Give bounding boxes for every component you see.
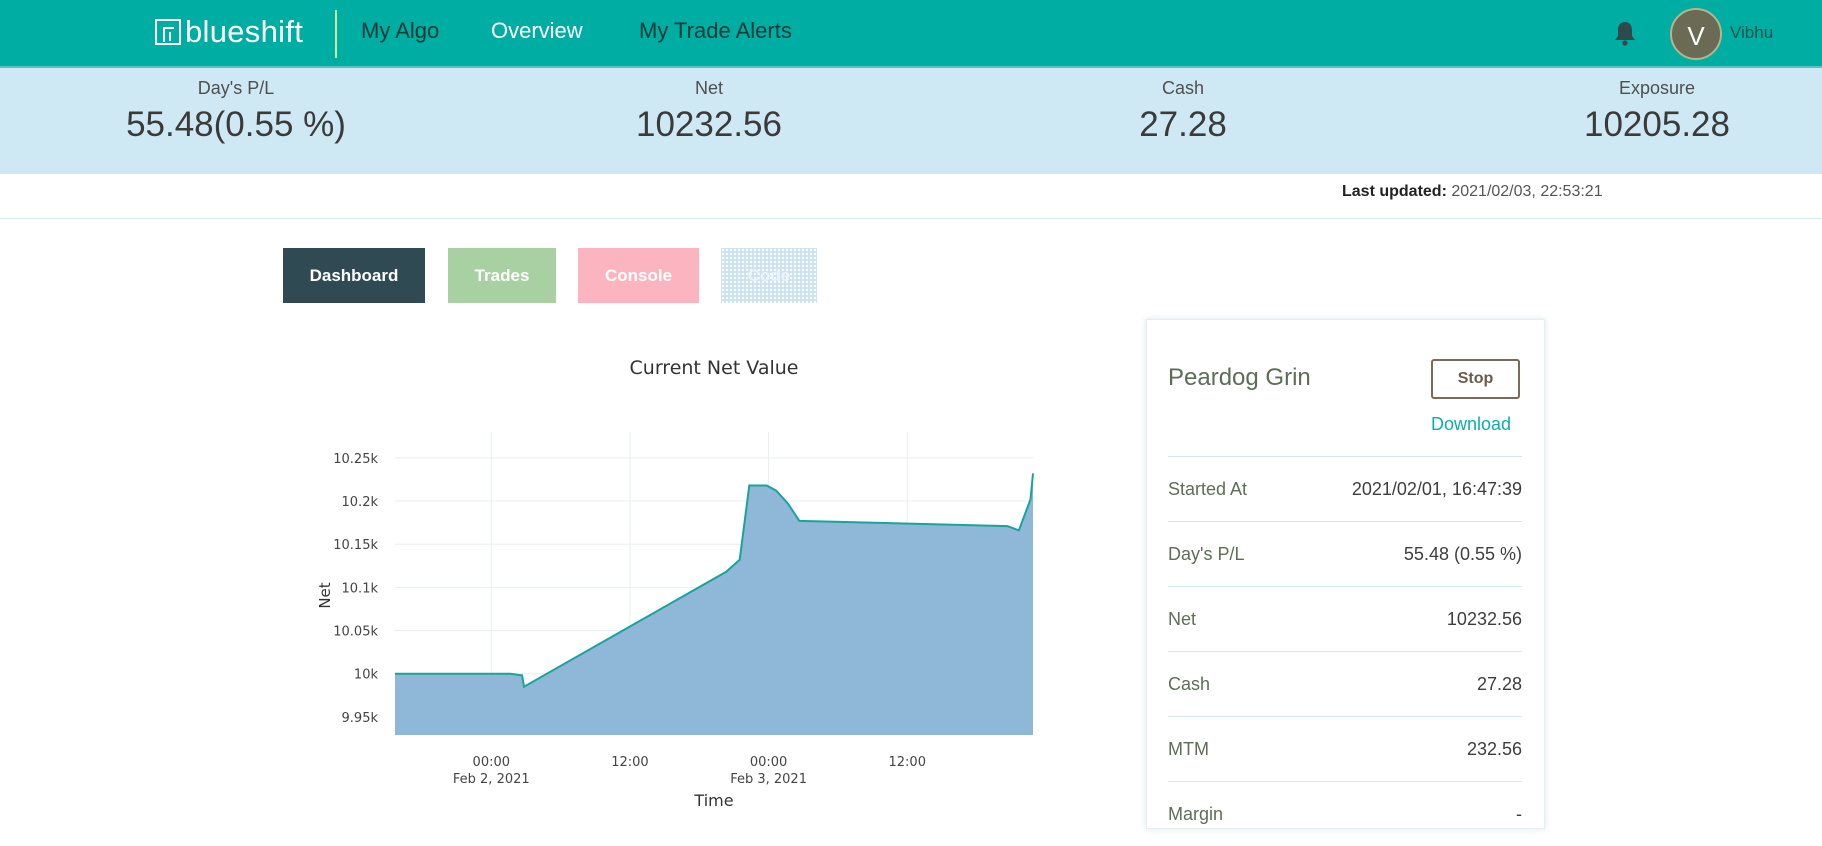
stat-label: Exposure (1618, 78, 1696, 98)
detail-row-days-pl: Day's P/L 55.48 (0.55 %) (1168, 521, 1522, 586)
user-name[interactable]: Vibhu (1730, 23, 1773, 43)
nav-item-my-algo[interactable]: My Algo (361, 18, 439, 44)
y-tick-label: 9.95k (342, 711, 379, 726)
account-summary: Day's P/L 55.48(0.55 %) Net 10232.56 Cas… (0, 68, 1822, 174)
last-updated-label: Last updated: (1342, 183, 1447, 200)
x-tick-date-label: Feb 3, 2021 (730, 772, 807, 787)
download-link[interactable]: Download (1431, 414, 1511, 435)
detail-row-mtm: MTM 232.56 (1168, 716, 1522, 781)
stat-label: Day's P/L (197, 78, 275, 98)
stat-value: 10205.28 (1584, 105, 1730, 144)
stat-days-pl: Day's P/L 55.48(0.55 %) (56, 78, 416, 145)
detail-row-net: Net 10232.56 (1168, 586, 1522, 651)
x-tick-label: 00:00 (473, 755, 510, 770)
tab-dashboard[interactable]: Dashboard (283, 248, 425, 303)
x-tick-label: 00:00 (750, 755, 787, 770)
blueshift-logo-icon (155, 19, 181, 45)
stat-value: 55.48(0.55 %) (126, 105, 346, 144)
y-tick-label: 10.15k (333, 538, 378, 553)
algo-name: Peardog Grin (1168, 364, 1311, 391)
y-tick-label: 10k (354, 668, 379, 683)
x-tick-date-label: Feb 2, 2021 (453, 772, 530, 787)
detail-label: Day's P/L (1168, 543, 1245, 564)
stat-label: Cash (1161, 78, 1205, 98)
chart-title: Current Net Value (630, 357, 799, 379)
stat-value: 27.28 (1139, 105, 1227, 144)
nav-item-overview[interactable]: Overview (491, 18, 583, 44)
y-tick-label: 10.05k (333, 625, 378, 640)
nav-divider (335, 10, 337, 58)
detail-label: Net (1168, 608, 1197, 629)
detail-row-started-at: Started At 2021/02/01, 16:47:39 (1168, 456, 1522, 521)
y-axis-label: Net (316, 582, 334, 608)
x-tick-label: 12:00 (611, 755, 648, 770)
x-tick-label: 12:00 (889, 755, 926, 770)
net-value-chart: Current Net Value 9.95k 10k 10.05k 10.1k 10.… (316, 357, 1034, 810)
detail-value: 27.28 (1476, 673, 1522, 694)
stat-label: Net (694, 78, 723, 98)
top-nav-bar: blueshift My Algo Overview My Trade Aler… (0, 0, 1822, 68)
detail-value: 2021/02/01, 16:47:39 (1351, 478, 1522, 499)
y-tick-label: 10.25k (333, 452, 378, 467)
detail-value: 10232.56 (1446, 608, 1522, 629)
detail-value: 55.48 (0.55 %) (1403, 543, 1522, 564)
user-avatar[interactable]: V (1670, 8, 1722, 60)
detail-label: MTM (1168, 738, 1209, 759)
y-tick-label: 10.1k (342, 581, 379, 596)
tab-code[interactable]: Code (721, 248, 817, 303)
detail-label: Margin (1168, 803, 1224, 824)
stat-value: 10232.56 (636, 105, 782, 144)
detail-value: 232.56 (1466, 738, 1522, 759)
algo-details-list: Started At 2021/02/01, 16:47:39 Day's P/… (1168, 456, 1522, 846)
stat-net: Net 10232.56 (529, 78, 889, 145)
stat-exposure: Exposure 10205.28 (1477, 78, 1822, 145)
y-axis-ticks: 9.95k 10k 10.05k 10.1k 10.15k 10.2k 10.25k (333, 452, 378, 726)
bell-icon[interactable] (1613, 20, 1637, 46)
x-axis-ticks: 00:00 Feb 2, 2021 12:00 00:00 Feb 3, 2021 12:… (453, 755, 926, 787)
nav-item-my-trade-alerts[interactable]: My Trade Alerts (639, 18, 792, 44)
detail-row-cash: Cash 27.28 (1168, 651, 1522, 716)
logo-text: blueshift (185, 14, 304, 49)
y-tick-label: 10.2k (342, 495, 379, 510)
detail-row-margin: Margin - (1168, 781, 1522, 846)
stat-cash: Cash 27.28 (1003, 78, 1363, 145)
detail-label: Started At (1168, 478, 1248, 499)
last-updated: Last updated: 2021/02/03, 22:53:21 (1342, 183, 1603, 201)
detail-value: - (1516, 803, 1522, 824)
x-axis-label: Time (693, 791, 733, 810)
detail-label: Cash (1168, 673, 1211, 694)
algo-details-panel: Peardog Grin Stop Download Started At 20… (1146, 319, 1545, 829)
tab-trades[interactable]: Trades (448, 248, 556, 303)
tab-console[interactable]: Console (578, 248, 699, 303)
stop-button[interactable]: Stop (1431, 359, 1520, 399)
brand-logo[interactable]: blueshift (155, 14, 303, 50)
divider (0, 218, 1822, 219)
net-area-fill (395, 473, 1033, 735)
last-updated-value: 2021/02/03, 22:53:21 (1451, 183, 1603, 200)
